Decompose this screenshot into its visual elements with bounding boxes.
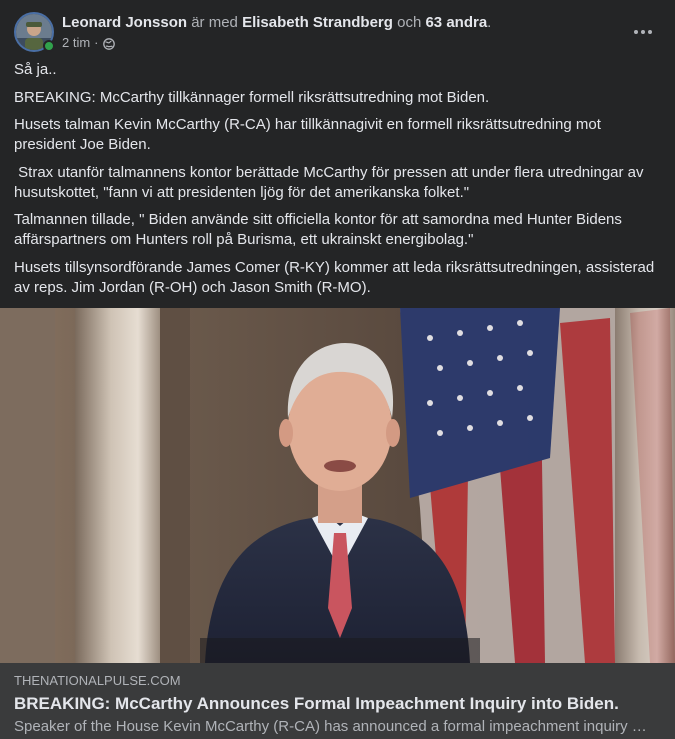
- link-title[interactable]: BREAKING: McCarthy Announces Formal Impe…: [14, 693, 661, 715]
- post-paragraph: Strax utanför talmannens kontor berättad…: [14, 163, 648, 201]
- author-avatar[interactable]: [14, 12, 55, 52]
- and-text: och: [397, 14, 422, 31]
- period: .: [487, 14, 492, 31]
- post-text: Så ja.. BREAKING: McCarthy tillkännager …: [14, 60, 661, 305]
- link-preview-card[interactable]: THENATIONALPULSE.COM BREAKING: McCarthy …: [0, 308, 675, 739]
- tagged-others[interactable]: 63 andra: [425, 14, 487, 31]
- more-options-icon[interactable]: [629, 22, 657, 42]
- post-header: Leonard Jonsson är med Elisabeth Strandb…: [14, 12, 661, 52]
- post-paragraph: BREAKING: McCarthy tillkännager formell …: [14, 88, 490, 106]
- more-dot: [641, 30, 645, 34]
- post-paragraph: Husets talman Kevin McCarthy (R-CA) har …: [14, 116, 606, 153]
- globe-icon[interactable]: [102, 37, 115, 50]
- post-meta: Leonard Jonsson är med Elisabeth Strandb…: [62, 13, 491, 51]
- post-paragraph: Talmannen tillade, " Biden använde sitt …: [14, 211, 627, 248]
- post-subline: 2 tim ·: [62, 34, 491, 51]
- more-dot: [634, 30, 638, 34]
- with-text: är med: [191, 14, 238, 31]
- link-description: Speaker of the House Kevin McCarthy (R-C…: [14, 718, 647, 735]
- more-dot: [648, 30, 652, 34]
- post-paragraph: Husets tillsynsordförande James Comer (R…: [14, 258, 659, 296]
- tagged-person[interactable]: Elisabeth Strandberg: [242, 14, 393, 31]
- post-time[interactable]: 2 tim: [62, 34, 90, 51]
- separator: ·: [94, 35, 99, 50]
- post-author-line: Leonard Jonsson är med Elisabeth Strandb…: [62, 13, 491, 32]
- feed-post: Leonard Jonsson är med Elisabeth Strandb…: [0, 0, 675, 739]
- link-domain: THENATIONALPULSE.COM: [14, 673, 181, 688]
- online-status-indicator: [43, 40, 55, 52]
- link-preview-info[interactable]: THENATIONALPULSE.COM BREAKING: McCarthy …: [0, 663, 675, 739]
- link-preview-image[interactable]: [0, 308, 675, 663]
- author-name[interactable]: Leonard Jonsson: [62, 14, 187, 31]
- post-paragraph: Så ja..: [14, 61, 57, 78]
